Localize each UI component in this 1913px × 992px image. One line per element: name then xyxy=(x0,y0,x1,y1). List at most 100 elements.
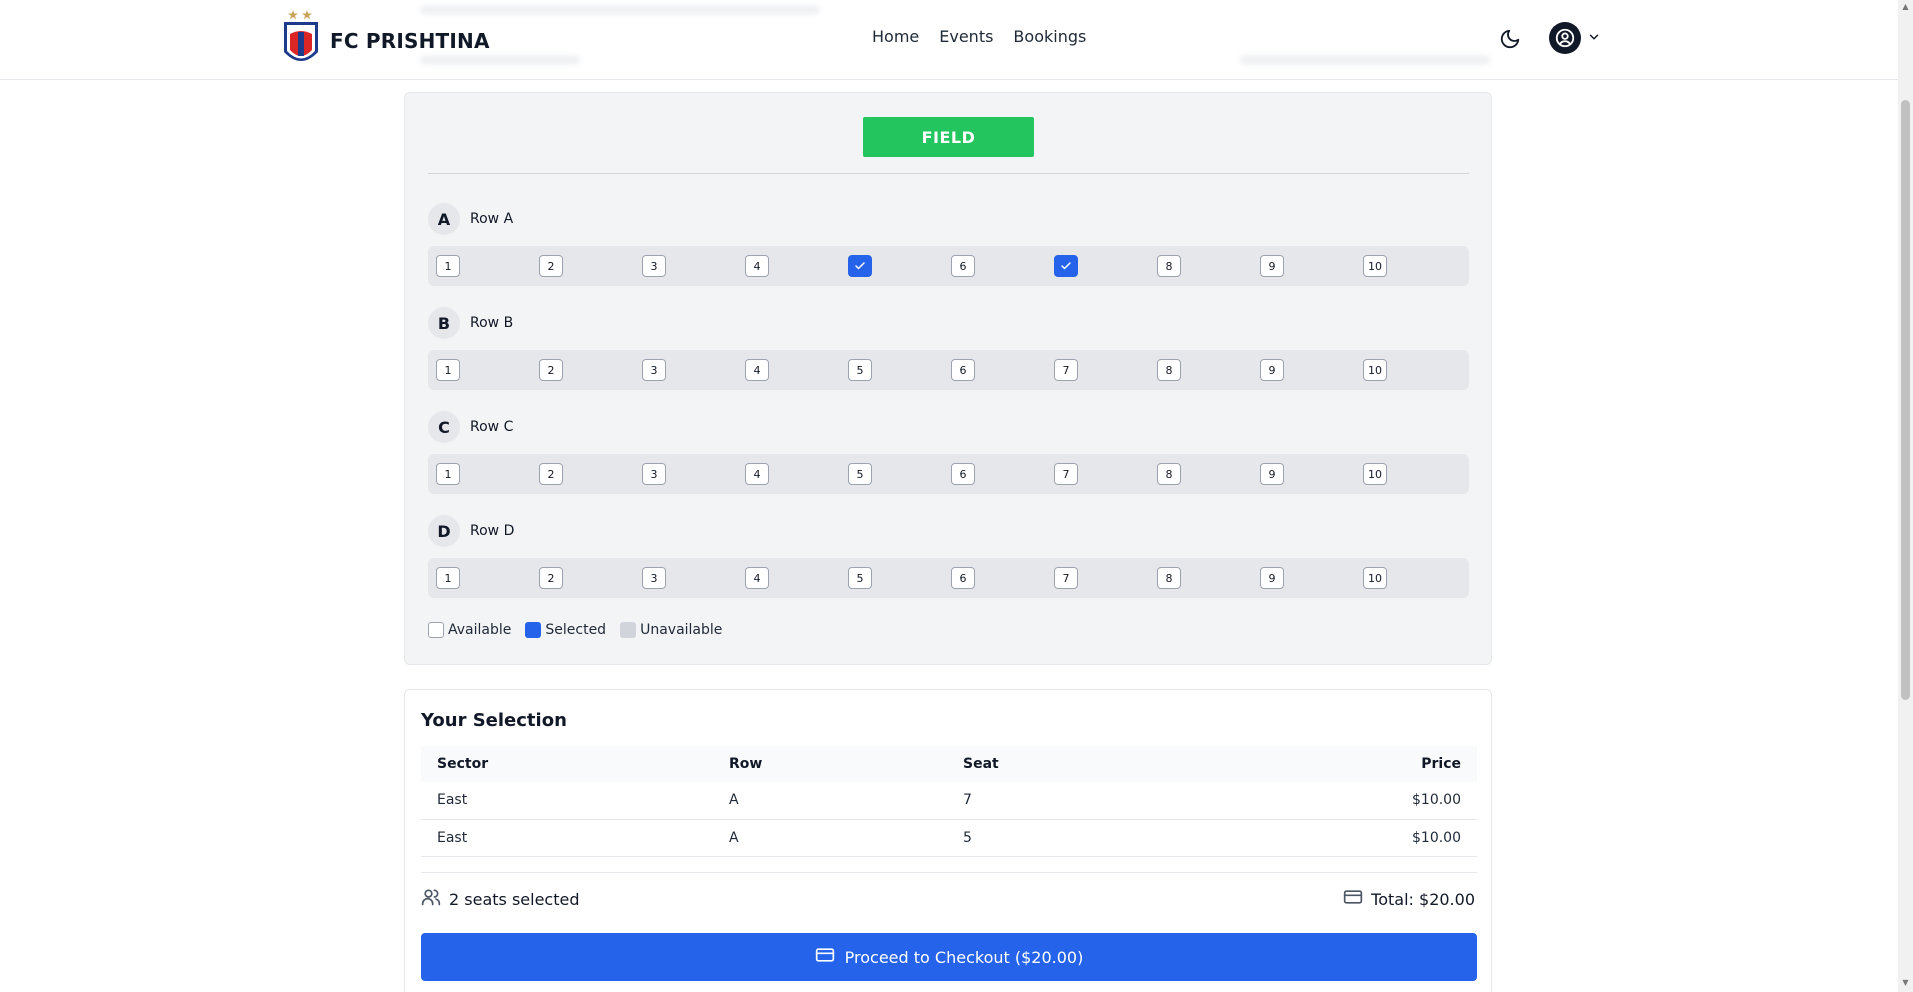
seat-c2[interactable]: 2 xyxy=(539,463,563,485)
scrollbar-thumb[interactable] xyxy=(1901,100,1910,700)
seat-a4[interactable]: 4 xyxy=(745,255,769,277)
seat-c10[interactable]: 10 xyxy=(1363,463,1387,485)
brand-link[interactable]: FC PRISHTINA xyxy=(278,6,490,76)
seat-a2[interactable]: 2 xyxy=(539,255,563,277)
seat-d3[interactable]: 3 xyxy=(642,567,666,589)
seat-c7[interactable]: 7 xyxy=(1054,463,1078,485)
table-header-row: Sector Row Seat Price xyxy=(421,746,1477,782)
row-name: Row A xyxy=(470,211,514,227)
table-row: East A 7 $10.00 xyxy=(421,782,1477,820)
nav-home[interactable]: Home xyxy=(872,27,919,46)
divider xyxy=(428,173,1469,174)
seat-legend: Available Selected Unavailable xyxy=(428,622,722,638)
seat-a3[interactable]: 3 xyxy=(642,255,666,277)
seat-b10[interactable]: 10 xyxy=(1363,359,1387,381)
moon-icon[interactable] xyxy=(1499,28,1521,50)
row-letter-badge: C xyxy=(428,411,460,443)
total-text: Total: $20.00 xyxy=(1371,889,1475,909)
divider xyxy=(421,872,1477,873)
seat-a9[interactable]: 9 xyxy=(1260,255,1284,277)
main-nav: Home Events Bookings xyxy=(872,27,1086,46)
seat-a10[interactable]: 10 xyxy=(1363,255,1387,277)
seats-selected-text: 2 seats selected xyxy=(449,889,580,909)
seat-a1[interactable]: 1 xyxy=(436,255,460,277)
legend-label: Available xyxy=(448,622,512,638)
seat-d10[interactable]: 10 xyxy=(1363,567,1387,589)
seat-c5[interactable]: 5 xyxy=(848,463,872,485)
selection-table: Sector Row Seat Price East A 7 $10.00 Ea… xyxy=(421,746,1477,857)
seat-d1[interactable]: 1 xyxy=(436,567,460,589)
credit-card-icon xyxy=(1343,887,1363,911)
row-name: Row C xyxy=(470,419,514,435)
seat-cell: 7 xyxy=(947,782,1189,820)
users-icon xyxy=(421,887,441,911)
scroll-up-arrow-icon[interactable]: ▲ xyxy=(1901,2,1910,12)
row-cell: A xyxy=(713,782,947,820)
nav-events[interactable]: Events xyxy=(939,27,993,46)
row-letter-badge: B xyxy=(428,307,460,339)
legend-available: Available xyxy=(428,622,511,638)
selection-title: Your Selection xyxy=(421,710,567,731)
seat-c3[interactable]: 3 xyxy=(642,463,666,485)
seats-selected-summary: 2 seats selected xyxy=(421,887,579,911)
seat-c1[interactable]: 1 xyxy=(436,463,460,485)
seat-d2[interactable]: 2 xyxy=(539,567,563,589)
seat-c6[interactable]: 6 xyxy=(951,463,975,485)
seat-b2[interactable]: 2 xyxy=(539,359,563,381)
seat-d6[interactable]: 6 xyxy=(951,567,975,589)
price-cell: $10.00 xyxy=(1188,819,1477,857)
seat-b7[interactable]: 7 xyxy=(1054,359,1078,381)
seat-cell: 5 xyxy=(947,819,1189,857)
seat-b4[interactable]: 4 xyxy=(745,359,769,381)
seat-d9[interactable]: 9 xyxy=(1260,567,1284,589)
seat-a7-selected[interactable] xyxy=(1054,255,1078,277)
legend-label: Selected xyxy=(545,622,607,638)
legend-unavailable: Unavailable xyxy=(620,622,722,638)
seat-b9[interactable]: 9 xyxy=(1260,359,1284,381)
seat-b1[interactable]: 1 xyxy=(436,359,460,381)
table-row: East A 5 $10.00 xyxy=(421,819,1477,857)
row-header: C Row C xyxy=(428,411,513,443)
price-cell: $10.00 xyxy=(1188,782,1477,820)
sector-cell: East xyxy=(421,782,713,820)
seat-row-c: 1 2 3 4 5 6 7 8 9 10 xyxy=(428,454,1469,494)
user-menu-button[interactable] xyxy=(1549,22,1601,54)
brand-name: FC PRISHTINA xyxy=(330,29,490,53)
seat-b6[interactable]: 6 xyxy=(951,359,975,381)
unavailable-swatch xyxy=(620,622,637,638)
nav-bookings[interactable]: Bookings xyxy=(1013,27,1086,46)
seat-b8[interactable]: 8 xyxy=(1157,359,1181,381)
seat-a5-selected[interactable] xyxy=(848,255,872,277)
seat-row-a: 1 2 3 4 6 8 9 10 xyxy=(428,246,1469,286)
scroll-down-arrow-icon[interactable]: ▼ xyxy=(1901,978,1910,988)
total-summary: Total: $20.00 xyxy=(1343,887,1475,911)
seat-d4[interactable]: 4 xyxy=(745,567,769,589)
column-header-seat: Seat xyxy=(947,746,1189,782)
available-swatch xyxy=(428,622,444,638)
row-header: B Row B xyxy=(428,307,513,339)
seat-a6[interactable]: 6 xyxy=(951,255,975,277)
seat-c9[interactable]: 9 xyxy=(1260,463,1284,485)
column-header-sector: Sector xyxy=(421,746,713,782)
row-letter-badge: A xyxy=(428,203,460,235)
seat-b3[interactable]: 3 xyxy=(642,359,666,381)
seat-d5[interactable]: 5 xyxy=(848,567,872,589)
checkout-label: Proceed to Checkout ($20.00) xyxy=(844,947,1084,967)
page-scrollbar[interactable]: ▲ ▼ xyxy=(1898,0,1913,992)
selection-card: Your Selection Sector Row Seat Price Eas… xyxy=(404,689,1492,992)
checkout-button[interactable]: Proceed to Checkout ($20.00) xyxy=(421,933,1477,981)
row-header: A Row A xyxy=(428,203,513,235)
seat-d7[interactable]: 7 xyxy=(1054,567,1078,589)
seat-map: FIELD A Row A 1 2 3 4 6 8 9 10 B Row B 1 2 3 4 5 6 7 8 9 10 C R… xyxy=(404,92,1492,665)
row-cell: A xyxy=(713,819,947,857)
seat-b5[interactable]: 5 xyxy=(848,359,872,381)
row-header: D Row D xyxy=(428,515,514,547)
club-logo-icon xyxy=(278,6,324,76)
seat-d8[interactable]: 8 xyxy=(1157,567,1181,589)
seat-a8[interactable]: 8 xyxy=(1157,255,1181,277)
selected-swatch xyxy=(525,622,542,638)
seat-c4[interactable]: 4 xyxy=(745,463,769,485)
sector-cell: East xyxy=(421,819,713,857)
seat-c8[interactable]: 8 xyxy=(1157,463,1181,485)
legend-selected: Selected xyxy=(525,622,606,638)
